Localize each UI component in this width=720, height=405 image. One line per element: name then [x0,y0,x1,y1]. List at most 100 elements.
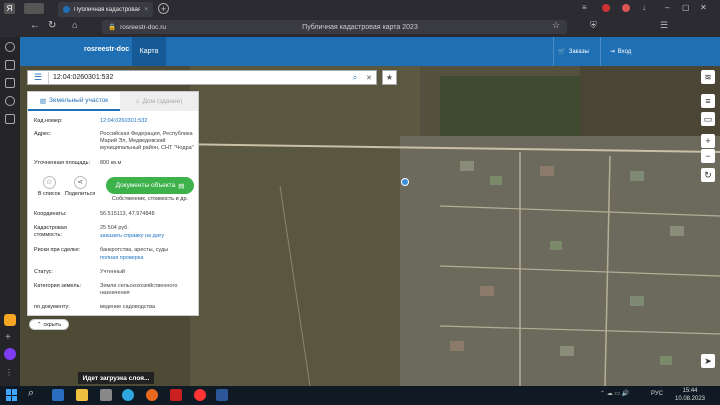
ruler-button[interactable]: ▭ [701,112,715,126]
menu-icon[interactable]: ☰ [660,20,668,31]
tab-land-plot-label: Земельный участок [49,97,109,104]
tab-land-plot[interactable]: ▧ Земельный участок [28,92,120,111]
sidebar-settings-icon[interactable]: ⋮ [5,368,13,377]
sidebar-profile-icon[interactable] [4,348,16,360]
clock[interactable]: 15:44 10.08.2023 [670,387,710,403]
usage-label: по документу: [34,304,70,310]
word-icon[interactable] [216,389,228,401]
telegram-icon[interactable] [122,389,134,401]
hamburger-menu-icon[interactable]: ☰ [28,72,48,83]
chevron-up-icon: ⌃ [36,321,42,328]
taskbar-search-icon[interactable]: ⌕ [28,387,34,400]
risk-value: банкротства, аресты, суды [100,247,169,253]
cost-value: 25 504 руб. [100,225,129,231]
map-nav-button[interactable]: Карта [132,37,166,66]
bookmarks-icon[interactable]: ≡ [582,3,587,12]
share-label: Поделиться [64,191,96,197]
new-tab-button[interactable]: + [158,3,169,14]
tray-icons[interactable]: ⌃ ☁ ▭ 🔊 [600,390,650,400]
cost-label: Кадастровая стоимость: [34,225,67,238]
explorer-icon[interactable] [100,389,112,401]
tab-close-icon[interactable]: × [144,7,148,13]
bookmark-star-icon[interactable]: ☆ [552,20,560,31]
layer-loading-toast: Идет загрузка слоя... [78,372,154,384]
parcel-info-panel: ▧ Земельный участок ⌂ Дом (здание) Кад.ном… [27,91,199,316]
sidebar-alice-icon[interactable] [5,42,15,52]
sidebar-history-icon[interactable] [5,96,15,106]
hide-panel-label: скрыть [43,321,62,328]
parcel-location-marker[interactable] [401,178,409,186]
cart-icon: 🛒 [558,49,566,55]
menu-layers-button[interactable]: ≡ [701,94,715,108]
extension-icon[interactable] [602,4,610,12]
tab-house[interactable]: ⌂ Дом (здание) [120,92,198,111]
tab-house-label: Дом (здание) [142,98,183,105]
house-icon: ⌂ [135,98,140,105]
add-to-list-button[interactable]: ☆ В список [34,176,64,206]
order-certificate-link[interactable]: заказать справку на дату [100,233,194,240]
language-indicator[interactable]: РУС [651,391,663,397]
reload-icon[interactable]: ↻ [48,20,56,31]
add-to-list-label: В список [37,191,61,197]
full-check-link[interactable]: полная проверка [100,255,194,262]
search-icon[interactable]: ⌕ [348,73,362,83]
category-value: Земли сельскохозяйственного назначения [100,283,178,296]
layer-loading-text: Идет загрузка слоя... [82,374,150,382]
orders-button[interactable]: 🛒 Заказы [553,37,593,66]
risk-label: Риски при сделке: [34,247,81,253]
edge-icon[interactable] [76,389,88,401]
cad-number-value[interactable]: 12:04:0260301:532 [100,118,194,125]
zoom-out-button[interactable]: − [701,149,715,163]
document-icon: ▤ [178,182,185,190]
yandex-logo-icon[interactable]: Я [4,3,15,14]
area-value: 800 кв.м [100,160,122,166]
sidebar-market-icon[interactable] [4,314,16,326]
tabs-counter-icon[interactable] [24,3,44,14]
hide-panel-button[interactable]: ⌃ скрыть [29,319,69,330]
login-button[interactable]: ⇥ Вход [600,37,640,66]
favorites-button[interactable]: ★ [382,70,397,85]
task-view-icon[interactable] [52,389,64,401]
sidebar-add-icon[interactable]: + [5,332,11,343]
share-button[interactable]: ⋖ Поделиться [64,176,96,206]
area-label: Уточненная площадь: [34,160,90,166]
zoom-in-button[interactable]: + [701,134,715,148]
minimize-icon[interactable]: – [665,3,669,12]
firefox-icon[interactable] [146,389,158,401]
cadastral-search-input[interactable] [48,71,348,84]
acrobat-icon[interactable] [170,389,182,401]
windows-start-icon[interactable] [6,389,18,401]
cadastral-search-bar: ☰ ⌕ ✕ [27,70,377,85]
maximize-icon[interactable]: ▢ [682,3,690,12]
land-plot-icon: ▧ [39,97,46,105]
downloads-icon[interactable]: ↓ [642,3,646,12]
login-label: Вход [617,48,632,55]
protect-icon[interactable]: ⛨ [590,20,597,31]
site-favicon-icon [63,6,70,13]
back-icon[interactable]: ← [30,20,40,31]
layers-button[interactable]: ≋ [701,70,715,84]
address-label: Адрес: [34,131,52,137]
sidebar-mail-icon[interactable] [5,78,15,88]
browser-tab[interactable]: Публичная кадастровая × [58,2,153,17]
object-documents-button[interactable]: Документы объекта ▤ [106,177,194,194]
locate-button[interactable]: ➤ [701,354,715,368]
close-window-icon[interactable]: ✕ [700,3,707,12]
site-logo[interactable]: rosreestr-doc [84,46,129,53]
star-icon: ☆ [42,176,56,189]
clear-search-icon[interactable]: ✕ [362,74,376,82]
clock-date: 10.08.2023 [674,396,706,402]
window-controls: ≡ ↓ – ▢ ✕ [580,3,715,14]
alerts-icon[interactable] [622,4,630,12]
coords-value: 56.515113, 47.974848 [100,211,155,217]
coords-label: Координаты: [34,211,67,217]
sidebar-music-icon[interactable] [5,114,15,124]
sidebar-collections-icon[interactable] [5,60,15,70]
object-documents-subtext: Собственник, стоимость и др. [111,196,189,202]
home-icon[interactable]: ⌂ [72,20,77,30]
usage-value: ведение садоводства [100,304,156,310]
rotate-button[interactable]: ↻ [701,168,715,182]
yandex-browser-icon[interactable] [194,389,206,401]
object-documents-label: Документы объекта [115,182,176,189]
login-icon: ⇥ [609,49,615,55]
